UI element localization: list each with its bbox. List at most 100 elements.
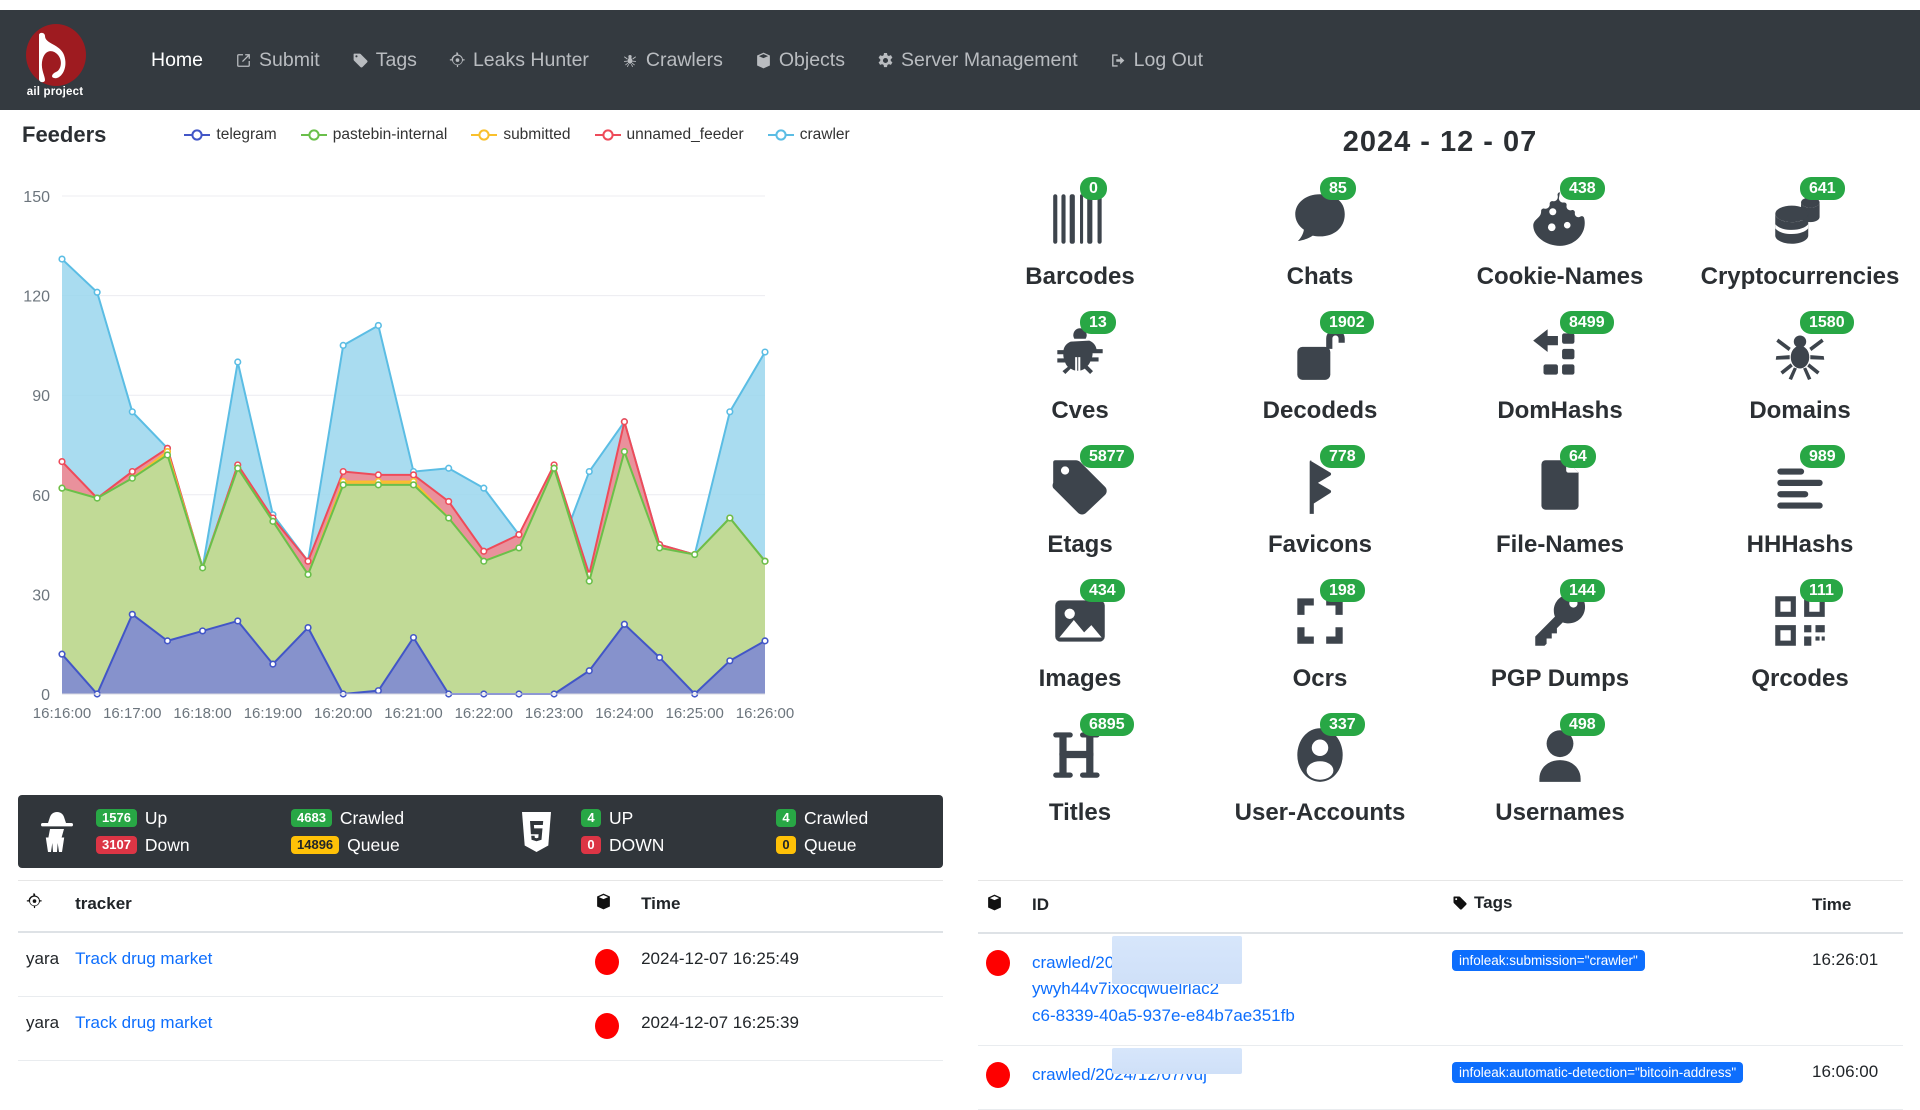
data-point[interactable] [128,467,136,476]
data-point[interactable] [128,474,136,482]
objects-col-time[interactable]: Time [1804,880,1903,934]
data-point[interactable] [58,650,66,658]
data-point[interactable] [269,660,277,668]
object-card-user-accounts[interactable]: 337 User-Accounts [1200,709,1440,839]
nav-item-log-out[interactable]: Log Out [1094,39,1219,82]
feeders-area-chart[interactable]: 0 30 60 90 120 150 16:16:00 16:17:00 16:18:00 16:… [0,158,960,758]
legend-item-unnamed-feeder[interactable]: unnamed_feeder [594,126,744,144]
data-point[interactable] [620,418,629,426]
data-point[interactable] [163,637,172,645]
nav-item-server-management[interactable]: Server Management [861,39,1094,82]
data-point[interactable] [445,497,453,506]
table-row[interactable]: yara Track drug market 2024-12-07 16:25:49 [18,932,943,997]
data-point[interactable] [374,481,382,489]
data-point[interactable] [374,321,382,330]
data-point[interactable] [585,467,593,476]
data-point[interactable] [515,531,523,539]
data-point[interactable] [585,667,593,675]
data-point[interactable] [234,358,242,366]
nav-item-crawlers[interactable]: Crawlers [605,39,739,82]
data-point[interactable] [374,471,382,479]
data-point[interactable] [304,570,312,579]
data-point[interactable] [550,464,558,472]
data-point[interactable] [726,657,734,665]
data-point[interactable] [374,687,382,695]
object-card-domains[interactable]: 1580 Domains [1680,307,1920,437]
object-card-domhashs[interactable]: 8499 DomHashs [1440,307,1680,437]
data-point[interactable] [655,653,664,662]
object-card-chats[interactable]: 85 Chats [1200,173,1440,303]
data-point[interactable] [199,564,207,572]
trackers-col-object[interactable] [587,880,634,933]
data-point[interactable] [620,448,629,456]
object-card-images[interactable]: 434 Images [960,575,1200,705]
status-badge[interactable]: infoleak:submission="crawler" [1452,950,1645,971]
data-point[interactable] [585,577,593,585]
data-point[interactable] [480,557,488,565]
table-row[interactable]: crawled/2024/12/07/vuj infoleak:automatic… [978,1045,1903,1110]
data-point[interactable] [234,464,242,472]
object-card-cookie-names[interactable]: 438 Cookie-Names [1440,173,1680,303]
data-point[interactable] [58,484,66,492]
object-card-file-names[interactable]: 64 File-Names [1440,441,1680,571]
tracker-name-link[interactable]: Track drug market [75,949,212,968]
data-point[interactable] [304,624,312,632]
data-point[interactable] [58,255,66,263]
data-point[interactable] [515,544,523,552]
data-point[interactable] [269,517,277,525]
data-point[interactable] [409,633,418,642]
object-card-favicons[interactable]: 778 Favicons [1200,441,1440,571]
legend-item-submitted[interactable]: submitted [471,126,571,144]
data-point[interactable] [761,557,769,565]
legend-item-telegram[interactable]: telegram [184,126,277,144]
object-card-barcodes[interactable]: 0 Barcodes [960,173,1200,303]
data-point[interactable] [234,617,242,625]
objects-col-id[interactable]: ID [1024,880,1444,934]
nav-item-submit[interactable]: Submit [219,39,336,82]
tracker-name-link[interactable]: Track drug market [75,1013,212,1032]
data-point[interactable] [445,464,453,472]
nav-item-home[interactable]: Home [135,39,219,82]
data-point[interactable] [726,514,734,522]
data-point[interactable] [655,544,664,552]
data-point[interactable] [339,481,347,489]
table-row[interactable]: crawled/2024/12/07/yxwjywyh44v7ixocqwuel… [978,933,1903,1047]
data-point[interactable] [409,481,418,489]
object-id-line3[interactable]: c6-8339-40a5-937e-e84b7ae351fb [1032,1006,1295,1025]
trackers-col-tracker[interactable]: tracker [67,880,588,933]
data-point[interactable] [409,471,418,479]
object-card-ocrs[interactable]: 198 Ocrs [1200,575,1440,705]
brand-logo[interactable]: ail project [0,10,110,110]
nav-item-objects[interactable]: Objects [739,39,861,82]
object-card-usernames[interactable]: 498 Usernames [1440,709,1680,839]
data-point[interactable] [93,494,101,502]
object-card-cves[interactable]: 13 Cves [960,307,1200,437]
objects-col-status[interactable] [978,880,1024,934]
data-point[interactable] [761,637,769,645]
data-point[interactable] [761,348,769,356]
object-card-cryptocurrencies[interactable]: 641 Cryptocurrencies [1680,173,1920,303]
data-point[interactable] [691,550,699,559]
data-point[interactable] [128,610,136,618]
object-card-qrcodes[interactable]: 111 Qrcodes [1680,575,1920,705]
object-card-decodeds[interactable]: 1902 Decodeds [1200,307,1440,437]
data-point[interactable] [304,557,312,565]
data-point[interactable] [445,514,453,522]
legend-item-pastebin-internal[interactable]: pastebin-internal [300,126,447,144]
objects-col-tags[interactable]: Tags [1444,880,1804,934]
nav-item-tags[interactable]: Tags [336,39,433,82]
status-badge[interactable]: infoleak:automatic-detection="bitcoin-ad… [1452,1062,1744,1084]
trackers-col-time[interactable]: Time [633,880,943,933]
data-point[interactable] [199,627,207,635]
trackers-col-type[interactable] [18,880,68,933]
legend-item-crawler[interactable]: crawler [767,126,850,144]
object-card-etags[interactable]: 5877 Etags [960,441,1200,571]
nav-item-leaks-hunter[interactable]: Leaks Hunter [433,39,605,82]
table-row[interactable]: yara Track drug market 2024-12-07 16:25:39 [18,996,943,1061]
data-point[interactable] [726,408,734,416]
data-point[interactable] [93,288,101,296]
data-point[interactable] [128,408,136,416]
data-point[interactable] [163,451,172,459]
object-card-titles[interactable]: 6895 Titles [960,709,1200,839]
data-point[interactable] [480,547,488,555]
